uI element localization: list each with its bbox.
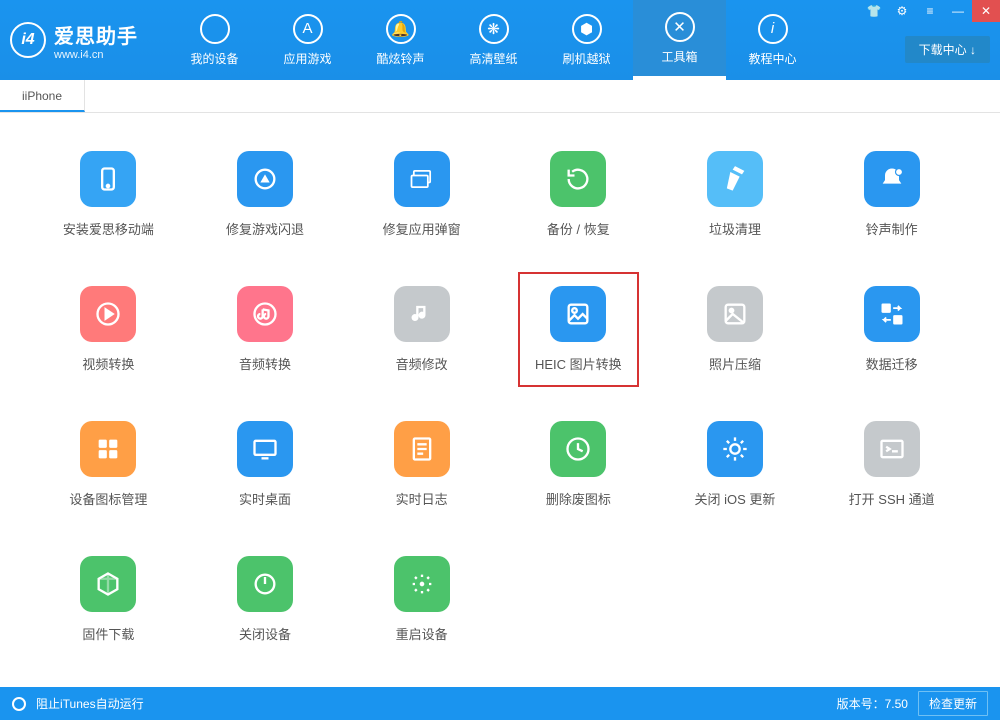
box-icon: ⬢ — [572, 14, 602, 44]
menu-icon[interactable]: ≡ — [916, 0, 944, 22]
icon-manage-icon — [80, 421, 136, 477]
check-update-button[interactable]: 检查更新 — [918, 691, 988, 716]
tool-grid-container: 安装爱思移动端 修复游戏闪退 修复应用弹窗 备份 / 恢复 垃圾清理 铃声制作视频转换 音频… — [0, 113, 1000, 687]
realtime-log-icon — [394, 421, 450, 477]
nav-my-device[interactable]: 我的设备 — [168, 0, 261, 80]
nav-flash-jailbreak[interactable]: ⬢刷机越狱 — [540, 0, 633, 80]
app-name-en: www.i4.cn — [54, 49, 138, 61]
tool-label: 关闭设备 — [239, 624, 291, 643]
tool-label: 实时桌面 — [239, 489, 291, 508]
tool-label: 删除废图标 — [546, 489, 611, 508]
itunes-block-toggle[interactable]: 阻止iTunes自动运行 — [36, 695, 144, 712]
tool-clean-junk[interactable]: 垃圾清理 — [657, 151, 814, 238]
tool-label: 备份 / 恢复 — [547, 219, 610, 238]
close-button[interactable]: ✕ — [972, 0, 1000, 22]
appstore-icon: A — [293, 14, 323, 44]
tool-icon-manage[interactable]: 设备图标管理 — [30, 421, 187, 508]
tool-photo-compress[interactable]: 照片压缩 — [657, 286, 814, 373]
bell-icon: 🔔 — [386, 14, 416, 44]
tool-label: 固件下载 — [82, 624, 134, 643]
tool-label: 垃圾清理 — [709, 219, 761, 238]
tool-audio-convert[interactable]: 音频转换 — [187, 286, 344, 373]
tool-label: 修复应用弹窗 — [383, 219, 461, 238]
tool-firmware-download[interactable]: 固件下载 — [30, 556, 187, 643]
shutdown-device-icon — [237, 556, 293, 612]
photo-compress-icon — [707, 286, 763, 342]
tool-label: 打开 SSH 通道 — [849, 489, 935, 508]
tool-delete-dead-icons[interactable]: 删除废图标 — [500, 421, 657, 508]
tool-install-mobile[interactable]: 安装爱思移动端 — [30, 151, 187, 238]
tool-label: 视频转换 — [82, 354, 134, 373]
audio-edit-icon — [394, 286, 450, 342]
minimize-button[interactable]: — — [944, 0, 972, 22]
tool-label: 音频转换 — [239, 354, 291, 373]
data-migrate-icon — [864, 286, 920, 342]
logo: i4 爱思助手 www.i4.cn — [10, 20, 138, 61]
tool-backup-restore[interactable]: 备份 / 恢复 — [500, 151, 657, 238]
tools-icon: ✕ — [665, 12, 695, 42]
tool-label: HEIC 图片转换 — [535, 354, 622, 373]
tool-ringtone-maker[interactable]: 铃声制作 — [813, 151, 970, 238]
nav-ringtones[interactable]: 🔔酷炫铃声 — [354, 0, 447, 80]
tool-realtime-log[interactable]: 实时日志 — [343, 421, 500, 508]
info-icon: i — [758, 14, 788, 44]
clean-junk-icon — [707, 151, 763, 207]
fix-app-popup-icon — [394, 151, 450, 207]
tool-label: 数据迁移 — [866, 354, 918, 373]
tool-fix-app-popup[interactable]: 修复应用弹窗 — [343, 151, 500, 238]
tool-label: 设备图标管理 — [69, 489, 147, 508]
tool-label: 关闭 iOS 更新 — [695, 489, 776, 508]
apple-icon — [200, 14, 230, 44]
tool-heic-convert[interactable]: HEIC 图片转换 — [500, 286, 657, 373]
tool-label: 实时日志 — [396, 489, 448, 508]
firmware-download-icon — [80, 556, 136, 612]
open-ssh-icon — [864, 421, 920, 477]
tool-data-migrate[interactable]: 数据迁移 — [813, 286, 970, 373]
main-nav: 我的设备 A应用游戏 🔔酷炫铃声 ❋高清壁纸 ⬢刷机越狱 ✕工具箱 i教程中心 — [168, 0, 819, 80]
tab-bar: iiPhone — [0, 80, 1000, 113]
tool-audio-edit[interactable]: 音频修改 — [343, 286, 500, 373]
wallpaper-icon: ❋ — [479, 14, 509, 44]
tool-reboot-device[interactable]: 重启设备 — [343, 556, 500, 643]
heic-convert-icon — [550, 286, 606, 342]
tool-open-ssh[interactable]: 打开 SSH 通道 — [813, 421, 970, 508]
disable-ios-update-icon — [707, 421, 763, 477]
delete-dead-icons-icon — [550, 421, 606, 477]
tab-iiphone[interactable]: iiPhone — [0, 80, 85, 112]
tool-disable-ios-update[interactable]: 关闭 iOS 更新 — [657, 421, 814, 508]
status-bar: 阻止iTunes自动运行 版本号：7.50 检查更新 — [0, 687, 1000, 720]
window-controls: 👕 ⚙ ≡ — ✕ — [860, 0, 1000, 22]
titlebar: i4 爱思助手 www.i4.cn 我的设备 A应用游戏 🔔酷炫铃声 ❋高清壁纸… — [0, 0, 1000, 80]
video-convert-icon — [80, 286, 136, 342]
tool-shutdown-device[interactable]: 关闭设备 — [187, 556, 344, 643]
shirt-icon[interactable]: 👕 — [860, 0, 888, 22]
tool-label: 照片压缩 — [709, 354, 761, 373]
settings-icon[interactable]: ⚙ — [888, 0, 916, 22]
tool-realtime-desktop[interactable]: 实时桌面 — [187, 421, 344, 508]
nav-toolbox[interactable]: ✕工具箱 — [633, 0, 726, 80]
status-indicator-icon — [12, 697, 26, 711]
tool-label: 修复游戏闪退 — [226, 219, 304, 238]
ringtone-maker-icon — [864, 151, 920, 207]
backup-restore-icon — [550, 151, 606, 207]
tool-label: 音频修改 — [396, 354, 448, 373]
nav-tutorials[interactable]: i教程中心 — [726, 0, 819, 80]
audio-convert-icon — [237, 286, 293, 342]
tool-fix-game-crash[interactable]: 修复游戏闪退 — [187, 151, 344, 238]
tool-label: 安装爱思移动端 — [63, 219, 154, 238]
tool-label: 重启设备 — [396, 624, 448, 643]
nav-wallpapers[interactable]: ❋高清壁纸 — [447, 0, 540, 80]
version-label: 版本号：7.50 — [837, 695, 908, 712]
download-center-button[interactable]: 下载中心 ↓ — [905, 36, 990, 63]
logo-badge: i4 — [10, 22, 46, 58]
realtime-desktop-icon — [237, 421, 293, 477]
tool-video-convert[interactable]: 视频转换 — [30, 286, 187, 373]
install-mobile-icon — [80, 151, 136, 207]
app-name-cn: 爱思助手 — [54, 20, 138, 49]
nav-apps-games[interactable]: A应用游戏 — [261, 0, 354, 80]
reboot-device-icon — [394, 556, 450, 612]
tool-label: 铃声制作 — [866, 219, 918, 238]
fix-game-crash-icon — [237, 151, 293, 207]
